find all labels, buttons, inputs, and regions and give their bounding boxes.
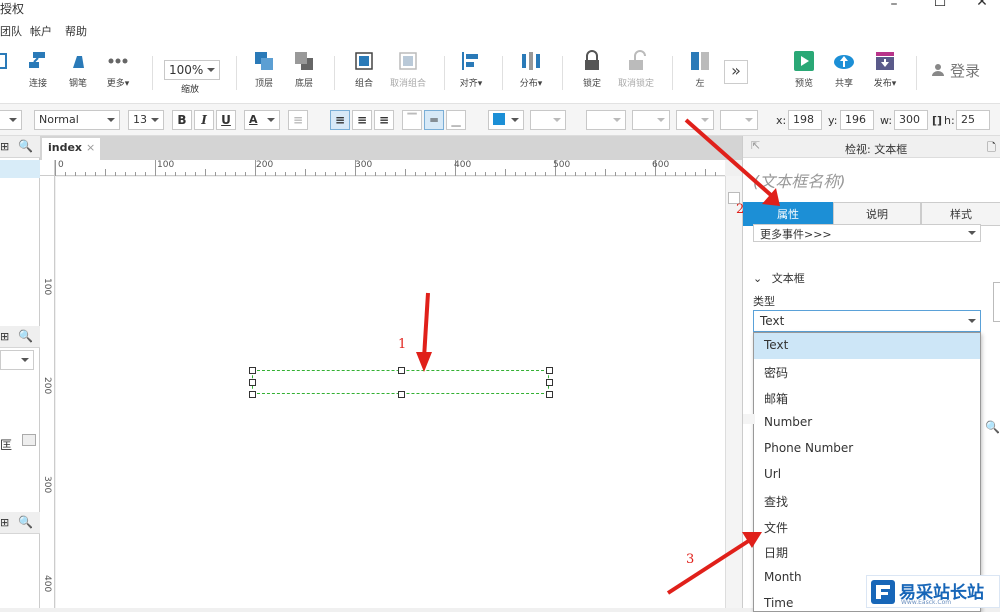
arrow-1: [416, 292, 432, 372]
annotation-number-2: 2: [736, 202, 745, 217]
annotation-number-1: 1: [398, 337, 407, 352]
watermark-subtext: Www.Easck.Com: [901, 599, 952, 606]
annotation-number-3: 3: [686, 552, 695, 567]
watermark-logo-icon: [871, 580, 895, 604]
arrow-2: [684, 118, 780, 206]
watermark: 易采站长站 Www.Easck.Com: [866, 575, 1000, 608]
arrow-3: [666, 532, 762, 595]
annotation-layer: [416, 118, 780, 595]
